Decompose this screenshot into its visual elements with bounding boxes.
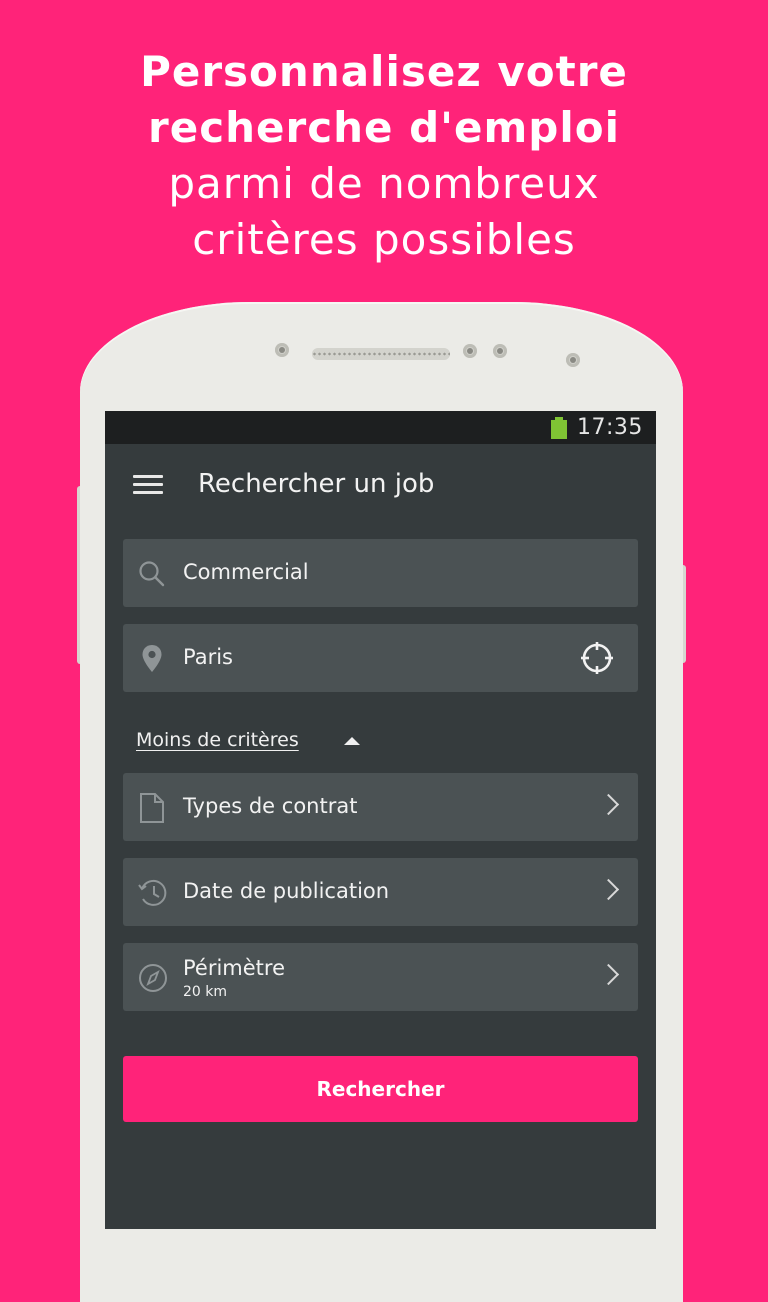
headline-line-4: critères possibles xyxy=(192,215,576,264)
filter-perimeter[interactable]: Périmètre 20 km xyxy=(123,943,638,1011)
location-pin-icon xyxy=(142,645,162,672)
compass-icon xyxy=(139,964,167,992)
document-icon xyxy=(140,793,164,823)
menu-icon[interactable] xyxy=(133,472,163,496)
status-time: 17:35 xyxy=(577,415,643,440)
search-button[interactable]: Rechercher xyxy=(123,1056,638,1122)
chevron-right-icon xyxy=(597,878,620,901)
crosshair-locate-icon[interactable] xyxy=(580,641,614,675)
less-criteria-link[interactable]: Moins de critères xyxy=(136,729,299,751)
phone-screen: 17:35 Rechercher un job Commercial Paris… xyxy=(105,411,656,1229)
location-field[interactable]: Paris xyxy=(123,624,638,692)
keyword-field[interactable]: Commercial xyxy=(123,539,638,607)
filter-label: Périmètre xyxy=(183,956,286,980)
search-icon xyxy=(139,561,165,587)
filter-contract-types[interactable]: Types de contrat xyxy=(123,773,638,841)
headline-line-1: Personnalisez votre xyxy=(140,47,628,96)
battery-icon xyxy=(551,417,567,439)
phone-sensor-icon xyxy=(463,344,477,358)
page-title: Rechercher un job xyxy=(198,469,435,499)
filter-publication-date[interactable]: Date de publication xyxy=(123,858,638,926)
headline-line-2: recherche d'emploi xyxy=(148,103,620,152)
filter-label: Types de contrat xyxy=(183,794,358,818)
filter-label: Date de publication xyxy=(183,879,390,903)
phone-sensor-icon xyxy=(275,343,289,357)
phone-sensor-icon xyxy=(566,353,580,367)
phone-speaker xyxy=(312,348,450,360)
status-bar: 17:35 xyxy=(105,411,656,444)
filter-value: 20 km xyxy=(183,984,228,1000)
caret-up-icon[interactable] xyxy=(344,737,360,745)
keyword-value: Commercial xyxy=(183,560,309,584)
chevron-right-icon xyxy=(597,793,620,816)
phone-camera-icon xyxy=(493,344,507,358)
chevron-right-icon xyxy=(597,963,620,986)
headline-line-3: parmi de nombreux xyxy=(168,159,600,208)
headline: Personnalisez votre recherche d'emploi p… xyxy=(0,44,768,268)
location-value: Paris xyxy=(183,645,233,669)
history-clock-icon xyxy=(138,879,167,906)
app-bar: Rechercher un job xyxy=(105,444,656,524)
